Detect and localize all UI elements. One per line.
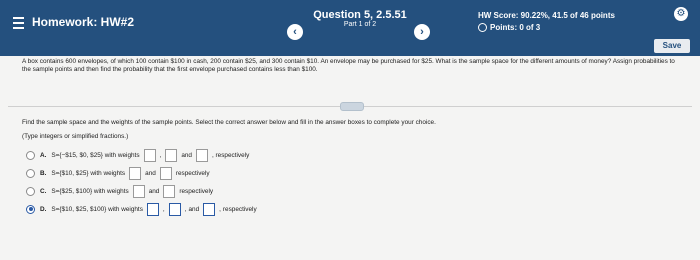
weight-input-3[interactable] bbox=[203, 202, 216, 216]
option-and: and bbox=[145, 169, 156, 177]
problem-statement: A box contains 600 envelopes, of which 1… bbox=[22, 58, 675, 74]
option-set: S={$10, $25, $100} with weights bbox=[51, 205, 143, 213]
weight-input-1[interactable] bbox=[129, 166, 142, 180]
next-question-button[interactable]: › bbox=[414, 24, 430, 40]
option-and: and bbox=[148, 187, 160, 195]
option-letter: B. bbox=[40, 169, 47, 177]
option-letter: D. bbox=[40, 205, 47, 213]
hamburger-menu-icon[interactable] bbox=[13, 17, 24, 29]
gear-icon[interactable]: ⚙ bbox=[674, 7, 688, 21]
weight-input-2[interactable] bbox=[159, 166, 172, 180]
weight-input-2[interactable] bbox=[163, 184, 176, 198]
weight-input-3[interactable] bbox=[195, 148, 208, 162]
homework-title[interactable]: Homework: HW#2 bbox=[32, 15, 134, 29]
answer-option-a[interactable]: A. S={−$15, $0, $25} with weights , and … bbox=[26, 148, 250, 162]
answer-option-d[interactable]: D. S={$10, $25, $100} with weights , , a… bbox=[26, 202, 258, 216]
top-bar: Homework: HW#2 ‹ Question 5, 2.5.51 Part… bbox=[0, 0, 700, 56]
option-set: S={−$15, $0, $25} with weights bbox=[51, 151, 140, 159]
weight-input-2[interactable] bbox=[165, 148, 178, 162]
instruction-text: Find the sample space and the weights of… bbox=[22, 119, 436, 126]
option-tail: , respectively bbox=[211, 151, 250, 159]
save-button[interactable]: Save bbox=[654, 39, 690, 53]
expand-handle[interactable] bbox=[340, 102, 364, 111]
weight-input-1[interactable] bbox=[132, 184, 145, 198]
points-circle-icon bbox=[478, 23, 487, 32]
option-set: S={$10, $25} with weights bbox=[51, 169, 126, 177]
option-letter: A. bbox=[40, 151, 47, 159]
hw-score: HW Score: 90.22%, 41.5 of 46 points bbox=[478, 11, 615, 20]
radio-a[interactable] bbox=[26, 150, 35, 160]
option-tail: respectively bbox=[175, 169, 210, 177]
answer-option-b[interactable]: B. S={$10, $25} with weights and respect… bbox=[26, 166, 211, 180]
points-status: Points: 0 of 3 bbox=[478, 23, 540, 32]
type-hint: (Type integers or simplified fractions.) bbox=[22, 133, 129, 140]
option-set: S={$25, $100} with weights bbox=[51, 187, 129, 195]
option-tail: respectively bbox=[222, 205, 257, 213]
radio-b[interactable] bbox=[26, 168, 35, 178]
question-title: Question 5, 2.5.51 bbox=[313, 9, 407, 21]
answer-option-c[interactable]: C. S={$25, $100} with weights and respec… bbox=[26, 184, 214, 198]
weight-input-2[interactable] bbox=[168, 202, 181, 216]
points-text: Points: 0 of 3 bbox=[490, 23, 541, 32]
weight-input-1[interactable] bbox=[146, 202, 159, 216]
radio-c[interactable] bbox=[26, 186, 35, 196]
weight-input-1[interactable] bbox=[143, 148, 156, 162]
option-letter: C. bbox=[40, 187, 47, 195]
radio-d-selected[interactable] bbox=[26, 204, 35, 214]
option-and: and bbox=[188, 205, 200, 213]
option-and: and bbox=[181, 151, 192, 159]
option-tail: respectively bbox=[179, 187, 214, 195]
question-part: Part 1 of 2 bbox=[343, 21, 377, 28]
